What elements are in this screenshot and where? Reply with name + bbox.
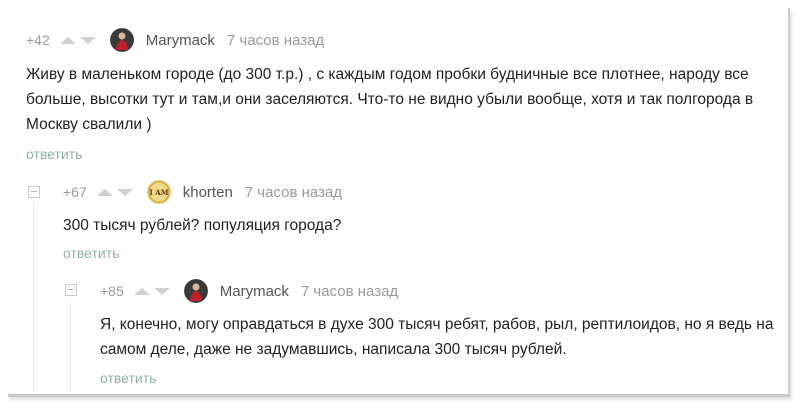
svg-text:I AM: I AM [149,188,168,197]
upvote-icon[interactable] [59,36,76,44]
comment-author[interactable]: Marymack [146,32,215,49]
downvote-icon[interactable] [79,36,96,44]
vote-arrows [59,36,96,44]
comments-panel: +42 Marymack 7 часов назад Живу в малень… [8,8,790,397]
comment-time: 7 часов назад [226,31,325,49]
upvote-icon[interactable] [96,188,113,196]
reply-link[interactable]: ответить [100,370,156,386]
comment-rating: +85 [100,283,124,299]
comment-header: +42 Marymack 7 часов назад [26,28,324,52]
reply-link[interactable]: ответить [26,146,82,162]
vote-arrows [96,188,133,196]
comment-text: Живу в маленьком городе (до 300 т.р.) , … [26,66,754,133]
thread-line [33,202,34,392]
upvote-icon[interactable] [133,287,150,295]
thread-line [70,300,71,392]
comment-rating: +67 [63,184,87,200]
comment-time: 7 часов назад [300,282,399,300]
reply-link[interactable]: ответить [63,245,119,261]
comment-time: 7 часов назад [244,183,343,201]
comment-header: +85 Marymack 7 часов назад [100,279,398,303]
comment-text: 300 тысяч рублей? популяция города? [63,217,342,234]
downvote-icon[interactable] [116,188,133,196]
comment-author[interactable]: Marymack [220,283,289,300]
comment-header: +67 I AM khorten 7 часов назад [63,180,342,204]
comment-text: Я, конечно, могу оправдаться в духе 300 … [100,316,774,358]
i-am-badge-avatar-icon[interactable]: I AM [146,180,171,204]
red-figure-avatar-icon[interactable] [109,28,134,52]
downvote-icon[interactable] [153,287,170,295]
collapse-icon[interactable] [28,186,40,198]
comment-author[interactable]: khorten [183,184,233,201]
collapse-icon[interactable] [65,284,77,296]
red-figure-avatar-icon[interactable] [183,279,208,303]
vote-arrows [133,287,170,295]
comment-rating: +42 [26,32,50,48]
